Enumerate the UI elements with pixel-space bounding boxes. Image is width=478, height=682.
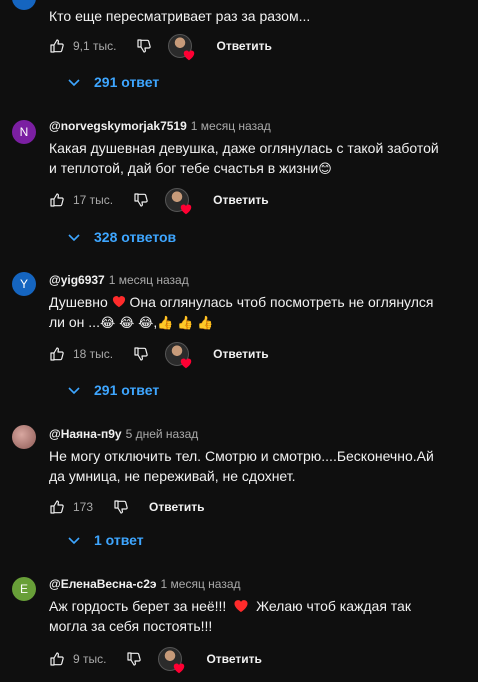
comment-text: Аж гордость берет за неё!!! Желаю чтоб к… <box>49 596 464 636</box>
comment-line: Какая душевная девушка, даже оглянулась … <box>49 140 439 156</box>
dislike-icon[interactable] <box>136 38 152 54</box>
author-name[interactable]: @norvegskymorjak7519 <box>49 119 187 133</box>
timestamp[interactable]: 1 месяц назад <box>161 577 241 591</box>
like-count: 9,1 тыс. <box>73 39 117 53</box>
reply-button[interactable]: Ответить <box>213 193 268 207</box>
laugh-emoji: 😂 <box>99 316 116 331</box>
comment-header: @Наяна-п9у 5 дней назад <box>49 426 198 442</box>
like-icon[interactable] <box>49 38 65 54</box>
heart-icon <box>184 50 195 61</box>
reply-button[interactable]: Ответить <box>206 652 261 666</box>
reply-button[interactable]: Ответить <box>213 347 268 361</box>
avatar[interactable]: N <box>12 120 36 144</box>
timestamp[interactable]: 5 дней назад <box>126 427 199 441</box>
like-count: 17 тыс. <box>73 193 114 207</box>
comment-line: Не могу отключить тел. Смотрю и смотрю..… <box>49 448 434 464</box>
comment-line: и теплотой, дай бог тебе счастья в жизни… <box>49 158 464 180</box>
dislike-icon[interactable] <box>113 499 129 515</box>
comment-actions: 17 тыс. Ответить <box>49 188 269 215</box>
avatar[interactable] <box>12 0 36 10</box>
avatar[interactable]: Y <box>12 272 36 296</box>
author-name[interactable]: @ЕленаВесна-с2э <box>49 577 157 591</box>
replies-count: 1 ответ <box>94 532 144 548</box>
creator-heart-avatar <box>165 188 192 215</box>
comment-actions: 173 Ответить <box>49 495 204 519</box>
comment-text: Не могу отключить тел. Смотрю и смотрю..… <box>49 446 464 486</box>
thumbs-up-emoji: 👍 <box>197 316 214 331</box>
comment-header: @yig6937 1 месяц назад <box>49 272 189 288</box>
heart-icon <box>180 204 192 215</box>
comment-line-text: Она оглянулась чтоб посмотреть не огляну… <box>129 294 434 310</box>
chevron-down-icon <box>66 382 82 398</box>
heart-icon <box>180 358 192 369</box>
like-icon[interactable] <box>49 192 65 208</box>
heart-icon <box>174 663 185 674</box>
chevron-down-icon <box>66 74 82 90</box>
comment-line-text: Аж гордость берет за неё!!! <box>49 598 227 614</box>
view-replies-button[interactable]: 1 ответ <box>66 528 144 552</box>
comment-line: могла за себя постоять!!! <box>49 618 213 634</box>
view-replies-button[interactable]: 291 ответ <box>66 70 159 94</box>
comment-line: да умница, не переживай, не сдохнет. <box>49 468 296 484</box>
timestamp[interactable]: 1 месяц назад <box>191 119 271 133</box>
reply-button[interactable]: Ответить <box>149 500 204 514</box>
like-icon[interactable] <box>49 651 65 667</box>
author-name[interactable]: @Наяна-п9у <box>49 427 122 441</box>
creator-heart-avatar <box>165 342 192 369</box>
comment-header: @ЕленаВесна-с2э 1 месяц назад <box>49 576 241 592</box>
comment-line-text: Душевно <box>49 294 108 310</box>
thumbs-up-emoji: 👍 <box>177 316 194 331</box>
replies-count: 328 ответов <box>94 229 177 245</box>
comment-line-text: и теплотой, дай бог тебе счастья в жизни <box>49 160 319 176</box>
thumbs-up-emoji: 👍 <box>157 316 174 331</box>
avatar[interactable]: E <box>12 577 36 601</box>
comment-text: Какая душевная девушка, даже оглянулась … <box>49 138 464 180</box>
replies-count: 291 ответ <box>94 74 160 90</box>
like-icon[interactable] <box>49 346 65 362</box>
like-icon[interactable] <box>49 499 65 515</box>
dislike-icon[interactable] <box>126 651 142 667</box>
like-count: 18 тыс. <box>73 347 114 361</box>
comment-text: Кто еще пересматривает раз за разом... <box>49 8 311 24</box>
chevron-down-icon <box>66 532 82 548</box>
dislike-icon[interactable] <box>133 346 149 362</box>
avatar[interactable] <box>12 425 36 449</box>
comment-actions: 18 тыс. Ответить <box>49 342 269 369</box>
view-replies-button[interactable]: 291 ответ <box>66 378 159 402</box>
reply-button[interactable]: Ответить <box>216 39 271 53</box>
author-name[interactable]: @yig6937 <box>49 273 105 287</box>
comment-line: Аж гордость берет за неё!!! Желаю чтоб к… <box>49 596 464 616</box>
comment-line-text: ли он ... <box>49 314 100 330</box>
laugh-emoji: 😂 <box>138 316 154 331</box>
red-heart-emoji <box>234 600 248 613</box>
comment-line-text: Желаю чтоб каждая так <box>256 598 411 614</box>
creator-heart-avatar <box>158 647 185 674</box>
replies-count: 291 ответ <box>94 382 160 398</box>
comment-actions: 9,1 тыс. Ответить <box>49 34 272 61</box>
dislike-icon[interactable] <box>133 192 149 208</box>
comment-line: Душевно Она оглянулась чтоб посмотреть н… <box>49 292 464 312</box>
red-heart-emoji <box>112 296 125 308</box>
creator-heart-avatar <box>168 34 195 61</box>
chevron-down-icon <box>66 229 82 245</box>
comment-line: ли он ...😂 😂 😂,👍 👍 👍 <box>49 314 214 331</box>
like-count: 9 тыс. <box>73 652 107 666</box>
timestamp[interactable]: 1 месяц назад <box>109 273 189 287</box>
like-count: 173 <box>73 500 94 514</box>
view-replies-button[interactable]: 328 ответов <box>66 225 176 249</box>
smile-emoji: 😊 <box>318 162 332 177</box>
laugh-emoji: 😂 <box>119 316 135 331</box>
comment-header: @norvegskymorjak7519 1 месяц назад <box>49 118 271 134</box>
comment-actions: 9 тыс. Ответить <box>49 647 262 674</box>
comment-text: Душевно Она оглянулась чтоб посмотреть н… <box>49 292 464 334</box>
